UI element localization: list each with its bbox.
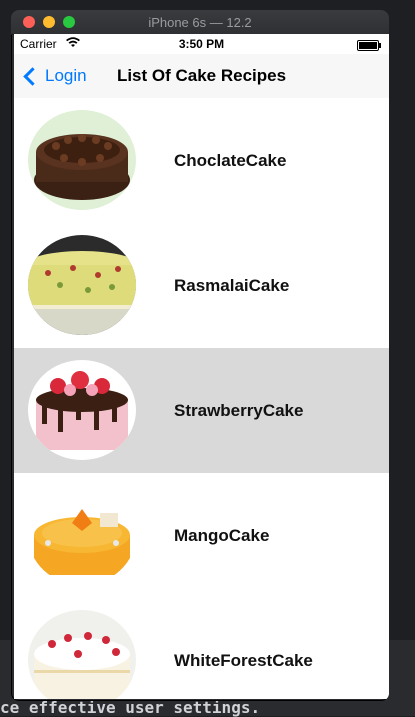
recipe-row-selected[interactable]: StrawberryCake — [14, 348, 389, 473]
navigation-bar: Login List Of Cake Recipes — [14, 54, 389, 99]
battery-level — [359, 42, 377, 49]
recipe-name: MangoCake — [174, 525, 270, 545]
rasmalai-cake-image — [28, 235, 136, 335]
device-screen: Carrier 3:50 PM Login List Of Cake Recip… — [14, 34, 389, 699]
status-bar: Carrier 3:50 PM — [14, 34, 389, 54]
recipe-name: StrawberryCake — [174, 400, 304, 420]
recipe-row[interactable]: MangoCake — [14, 473, 389, 598]
mango-cake-image — [28, 485, 136, 585]
chocolate-cake-image — [28, 110, 136, 210]
recipe-row[interactable]: ChoclateCake — [14, 98, 389, 223]
white-forest-cake-image — [28, 610, 136, 699]
status-time: 3:50 PM — [178, 37, 225, 51]
page-title: List Of Cake Recipes — [116, 66, 287, 85]
recipe-row[interactable]: RasmalaiCake — [14, 223, 389, 348]
window-titlebar: iPhone 6s — 12.2 — [11, 10, 389, 35]
recipe-name: WhiteForestCake — [174, 650, 313, 670]
recipe-list: ChoclateCake RasmalaiCake StrawberryCake… — [14, 98, 389, 699]
recipe-name: ChoclateCake — [174, 150, 287, 170]
battery-icon — [357, 40, 381, 51]
simulator-window: iPhone 6s — 12.2 Carrier 3:50 PM Login L — [11, 10, 389, 701]
recipe-row[interactable]: WhiteForestCake — [14, 598, 389, 699]
strawberry-cake-image — [28, 360, 136, 460]
recipe-name: RasmalaiCake — [174, 275, 290, 295]
window-title: iPhone 6s — 12.2 — [148, 15, 252, 30]
